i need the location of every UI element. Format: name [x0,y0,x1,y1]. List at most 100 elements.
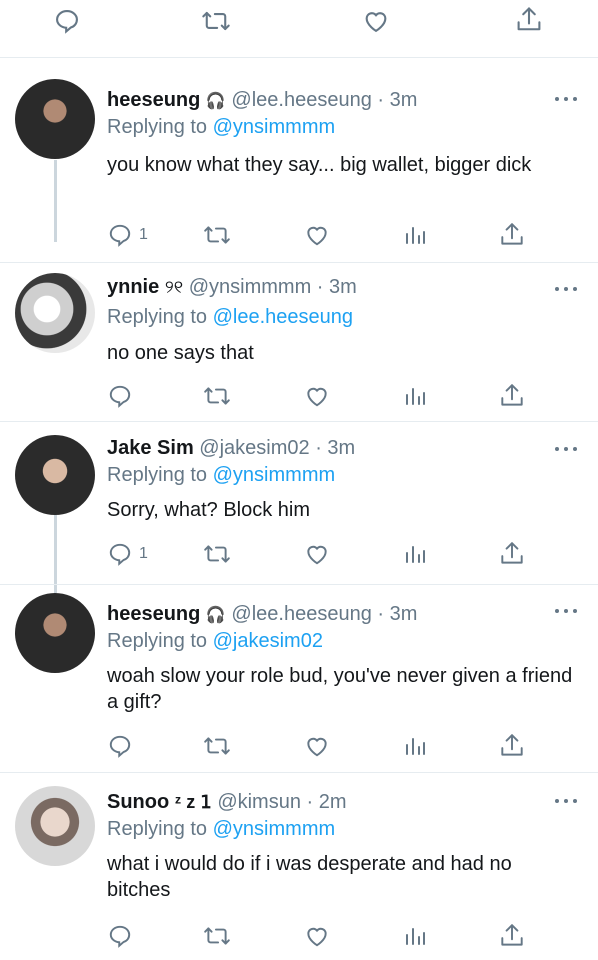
share-button[interactable] [499,220,525,250]
like-icon [303,222,331,248]
reply-icon [107,541,133,567]
display-name[interactable]: Jake Sim [107,437,194,459]
retweet-icon [203,923,231,949]
timestamp[interactable]: · 3m [377,603,417,625]
tweet-text: you know what they say... big wallet, bi… [107,154,532,176]
bow-icon: ୨୧ [164,277,184,297]
avatar[interactable] [15,593,95,673]
user-handle[interactable]: @lee.heeseung [231,603,371,625]
like-icon [303,383,331,409]
user-handle[interactable]: @kimsun [217,791,301,813]
tweet-text: Sorry, what? Block him [107,499,311,521]
retweet-icon [203,383,231,409]
like-button[interactable] [361,6,391,36]
retweet-icon [203,541,231,567]
like-button[interactable] [303,381,331,411]
replying-to-link[interactable]: @ynsimmmm [213,464,336,486]
more-options-button[interactable] [553,94,579,104]
more-options-button[interactable] [553,606,579,616]
like-button[interactable] [303,731,331,761]
retweet-button[interactable] [203,220,231,250]
reply-button[interactable] [107,731,139,761]
like-icon [303,541,331,567]
reply-button[interactable]: 1 [107,220,148,250]
share-icon [499,540,525,568]
analytics-button[interactable] [403,921,427,951]
reply-icon [107,222,133,248]
avatar[interactable] [15,273,95,353]
tweet-actions [0,381,598,411]
reply-button[interactable] [107,921,139,951]
display-name[interactable]: heeseung [107,603,200,625]
more-options-button[interactable] [553,796,579,806]
analytics-button[interactable] [403,539,427,569]
share-button[interactable] [499,539,525,569]
reply-button[interactable] [107,381,139,411]
timestamp[interactable]: · 3m [377,89,417,111]
reply-count: 1 [139,226,148,243]
analytics-icon [403,383,427,409]
retweet-button[interactable] [203,921,231,951]
replying-to-link[interactable]: @lee.heeseung [213,306,353,328]
replying-to-link[interactable]: @jakesim02 [213,630,323,652]
tweet[interactable]: Sunoo ᶻ z 𝟣 @kimsun · 2m Replying to @yn… [0,773,598,960]
timestamp[interactable]: · 3m [315,437,355,459]
share-button[interactable] [515,5,543,35]
display-name[interactable]: Sunoo [107,791,169,813]
timestamp[interactable]: · 3m [317,276,357,298]
avatar[interactable] [15,79,95,159]
analytics-icon [403,733,427,759]
share-button[interactable] [499,921,525,951]
more-options-button[interactable] [553,444,579,454]
share-button[interactable] [499,381,525,411]
tweet-actions: 1 [0,220,598,250]
retweet-button[interactable] [203,539,231,569]
tweet-actions [0,921,598,951]
tweet[interactable]: heeseung 🎧 @lee.heeseung · 3m Replying t… [0,58,598,263]
headphones-icon: 🎧 [205,93,226,110]
replying-label: Replying to [107,818,208,840]
timestamp[interactable]: · 2m [307,791,347,813]
retweet-button[interactable] [201,6,231,36]
tweet-text: what i would do if i was desperate and h… [107,853,512,901]
replying-to-link[interactable]: @ynsimmmm [213,116,336,138]
like-icon [303,923,331,949]
tweet-text: woah slow your role bud, you've never gi… [107,665,573,713]
share-icon [499,221,525,249]
tweet[interactable]: ynnie ୨୧ @ynsimmmm · 3m Replying to @lee… [0,263,598,422]
replying-label: Replying to [107,306,208,328]
tweet[interactable]: heeseung 🎧 @lee.heeseung · 3m Replying t… [0,585,598,773]
reply-icon [53,7,81,35]
user-handle[interactable]: @jakesim02 [199,437,309,459]
like-button[interactable] [303,921,331,951]
like-button[interactable] [303,220,331,250]
tweet-text: no one says that [107,342,254,364]
replying-label: Replying to [107,630,208,652]
retweet-icon [201,7,231,35]
analytics-button[interactable] [403,731,427,761]
display-name[interactable]: heeseung [107,89,200,111]
name-badge: ᶻ z 𝟣 [174,792,212,812]
share-button[interactable] [499,731,525,761]
analytics-button[interactable] [403,220,427,250]
more-options-button[interactable] [553,284,579,294]
share-icon [499,922,525,950]
retweet-icon [203,733,231,759]
reply-icon [107,733,133,759]
analytics-button[interactable] [403,381,427,411]
avatar[interactable] [15,786,95,866]
like-icon [361,7,391,35]
tweet[interactable]: Jake Sim @jakesim02 · 3m Replying to @yn… [0,422,598,585]
reply-button[interactable]: 1 [107,539,148,569]
user-handle[interactable]: @lee.heeseung [231,89,371,111]
reply-button[interactable] [53,6,81,36]
user-handle[interactable]: @ynsimmmm [189,276,312,298]
avatar[interactable] [15,435,95,515]
tweet-actions: 1 [0,539,598,569]
analytics-icon [403,923,427,949]
retweet-button[interactable] [203,731,231,761]
replying-to-link[interactable]: @ynsimmmm [213,818,336,840]
like-button[interactable] [303,539,331,569]
retweet-button[interactable] [203,381,231,411]
display-name[interactable]: ynnie [107,276,159,298]
